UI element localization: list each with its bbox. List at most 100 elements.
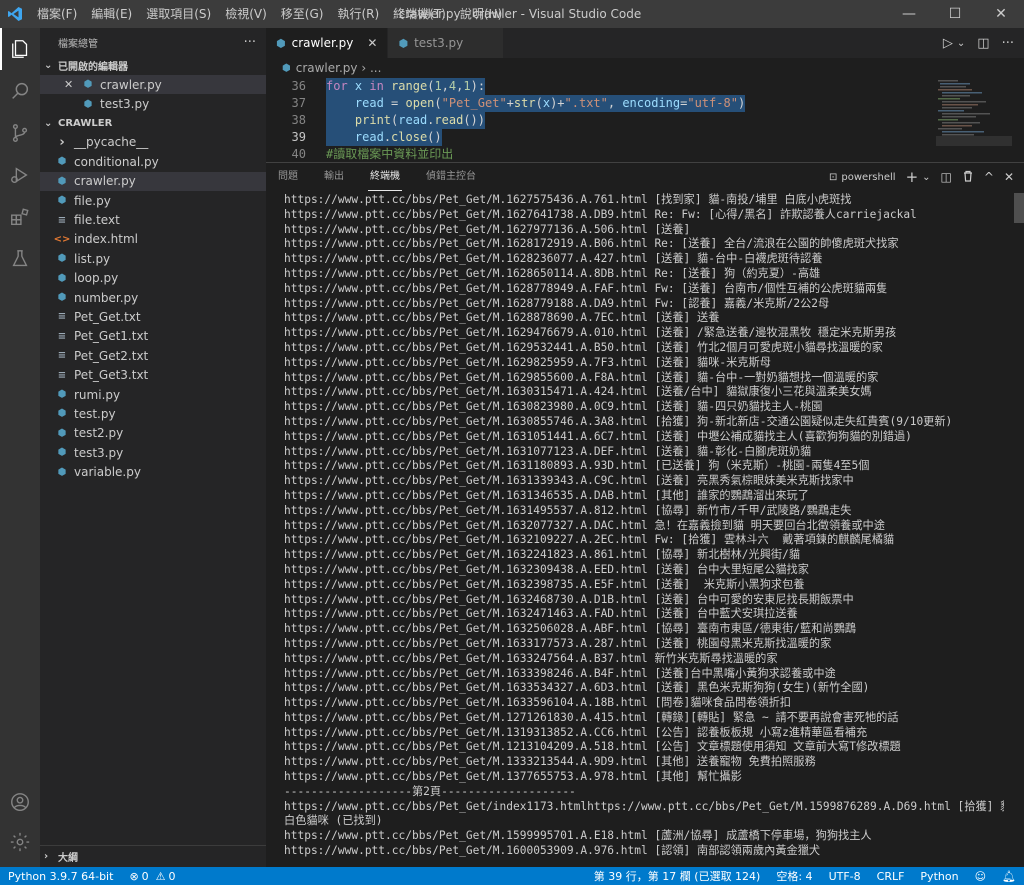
code-token: read	[354, 96, 384, 110]
open-editors-section[interactable]: ⌄ 已開啟的編輯器	[40, 56, 266, 75]
menu-item[interactable]: 檢視(V)	[218, 0, 274, 28]
file-name: Pet_Get1.txt	[74, 329, 149, 344]
file-item[interactable]: ⬢ crawler.py	[40, 171, 266, 191]
minimize-button[interactable]: —	[886, 0, 932, 28]
file-item[interactable]: ⬢ conditional.py	[40, 152, 266, 171]
terminal-line: https://www.ptt.cc/bbs/Pet_Get/M.1632471…	[284, 607, 798, 621]
file-item[interactable]: ≡ Pet_Get1.txt	[40, 327, 266, 346]
trash-icon[interactable]	[962, 170, 974, 185]
split-editor-icon[interactable]: ◫	[977, 36, 989, 51]
file-item[interactable]: ≡ Pet_Get3.txt	[40, 365, 266, 384]
menu-item[interactable]: 檔案(F)	[30, 0, 84, 28]
explorer-icon[interactable]	[0, 28, 40, 70]
split-terminal-icon[interactable]: ◫	[941, 170, 952, 184]
python-interpreter[interactable]: Python 3.9.7 64-bit	[0, 870, 121, 883]
folder-crawler-section[interactable]: ⌄ CRAWLER	[40, 114, 266, 133]
testing-flask-icon[interactable]	[0, 238, 40, 280]
editor-tab[interactable]: ⬢ crawler.py ✕	[266, 28, 389, 58]
file-item[interactable]: ⬢ loop.py	[40, 269, 266, 288]
file-item[interactable]: ⬢ number.py	[40, 288, 266, 307]
minimap[interactable]	[936, 78, 1012, 162]
terminal-line: https://www.ptt.cc/bbs/Pet_Get/M.1333213…	[284, 755, 816, 769]
file-item[interactable]: ⬢ variable.py	[40, 462, 266, 481]
source-control-icon[interactable]	[0, 112, 40, 154]
accounts-icon[interactable]	[0, 781, 40, 823]
file-item[interactable]: <> index.html	[40, 230, 266, 249]
file-item[interactable]: ⬢ test2.py	[40, 424, 266, 443]
problems-indicator[interactable]: ⊗ 0 ⚠ 0	[121, 870, 183, 883]
terminal-line: https://www.ptt.cc/bbs/Pet_Get/M.1377655…	[284, 770, 742, 784]
breadcrumb-symbol[interactable]: ...	[370, 61, 381, 75]
open-editor-item[interactable]: ⬢ test3.py	[40, 94, 266, 113]
file-item[interactable]: ⬢ rumi.py	[40, 385, 266, 404]
code-token: )	[737, 96, 746, 110]
close-panel-icon[interactable]: ✕	[1004, 170, 1014, 184]
code-token: read	[434, 113, 464, 127]
new-terminal-icon[interactable]: +	[906, 168, 919, 186]
file-item[interactable]: ≡ Pet_Get2.txt	[40, 346, 266, 365]
file-item[interactable]: ⬢ file.py	[40, 191, 266, 210]
maximize-button[interactable]: ☐	[932, 0, 978, 28]
breadcrumb-file[interactable]: crawler.py	[296, 61, 358, 75]
indentation[interactable]: 空格: 4	[768, 868, 820, 884]
file-name: test3.py	[74, 445, 124, 460]
close-icon[interactable]: ✕	[367, 36, 377, 50]
panel-tab[interactable]: 問題	[276, 163, 300, 191]
feedback-icon[interactable]: ☺	[967, 870, 994, 883]
more-actions-icon[interactable]: ···	[244, 35, 256, 50]
settings-gear-icon[interactable]	[0, 821, 40, 863]
terminal-selector[interactable]: ⊡ powershell	[829, 172, 896, 183]
file-tree: › __pycache__ ⬢ conditional.py ⬢ crawler.py ⬢ f…	[40, 133, 266, 482]
terminal-output[interactable]: https://www.ptt.cc/bbs/Pet_Get/M.1627575…	[284, 193, 1004, 868]
menu-item[interactable]: 編輯(E)	[84, 0, 139, 28]
error-count: 0	[141, 869, 149, 883]
editor-tab[interactable]: ⬢ test3.py	[388, 28, 505, 58]
language-mode[interactable]: Python	[912, 870, 966, 883]
menu-item[interactable]: 移至(G)	[274, 0, 331, 28]
panel-tab[interactable]: 輸出	[322, 163, 346, 191]
end-of-line[interactable]: CRLF	[869, 870, 913, 883]
panel-tab[interactable]: 終端機	[368, 163, 402, 191]
file-item[interactable]: ≡ file.text	[40, 210, 266, 229]
run-file-icon[interactable]: ▷	[943, 36, 953, 51]
cursor-position[interactable]: 第 39 行，第 17 欄 (已選取 124)	[586, 868, 769, 884]
chevron-down-icon[interactable]: ⌄	[957, 38, 965, 49]
panel-tab[interactable]: 偵錯主控台	[424, 163, 478, 191]
terminal-line: https://www.ptt.cc/bbs/Pet_Get/M.1627575…	[284, 193, 852, 206]
code-text: #讀取檔案中資料並印出	[326, 146, 453, 162]
file-name: index.html	[74, 232, 138, 247]
notifications-bell-icon[interactable]: 🔔︎	[994, 870, 1024, 883]
more-actions-icon[interactable]: ···	[1002, 36, 1014, 51]
text-file-icon: ≡	[57, 214, 67, 226]
code-token: ,	[607, 96, 623, 110]
chevron-down-icon[interactable]: ⌄	[922, 172, 930, 183]
code-editor[interactable]: 36 for x in range(1,4,1): 37 read = open("…	[266, 78, 936, 162]
close-icon[interactable]: ✕	[64, 78, 80, 91]
menu-item[interactable]: 選取項目(S)	[139, 0, 218, 28]
file-item[interactable]: ≡ Pet_Get.txt	[40, 307, 266, 326]
code-token: read	[354, 130, 384, 144]
terminal-line: https://www.ptt.cc/bbs/Pet_Get/M.1629532…	[284, 340, 883, 354]
encoding[interactable]: UTF-8	[821, 870, 869, 883]
terminal-line: https://www.ptt.cc/bbs/Pet_Get/M.1627977…	[284, 222, 691, 236]
file-name: test.py	[74, 406, 116, 421]
maximize-panel-icon[interactable]: ^	[984, 170, 994, 184]
window-controls: — ☐ ✕	[886, 0, 1024, 28]
editor-tabs: ⬢ crawler.py ✕ ⬢ test3.py ▷ ⌄ ◫ ···	[266, 28, 1024, 58]
folder-item[interactable]: › __pycache__	[40, 133, 266, 152]
file-item[interactable]: ⬢ test3.py	[40, 443, 266, 462]
run-debug-icon[interactable]	[0, 154, 40, 196]
terminal-line: https://www.ptt.cc/bbs/Pet_Get/M.1632468…	[284, 592, 854, 606]
terminal-scrollbar[interactable]	[1014, 193, 1024, 223]
extensions-icon[interactable]	[0, 196, 40, 238]
open-editor-item[interactable]: ✕ ⬢ crawler.py	[40, 75, 266, 95]
search-icon[interactable]	[0, 70, 40, 112]
outline-section[interactable]: › 大綱	[40, 845, 266, 867]
file-item[interactable]: ⬢ list.py	[40, 249, 266, 268]
close-window-button[interactable]: ✕	[978, 0, 1024, 28]
code-token: encoding	[622, 96, 681, 110]
file-item[interactable]: ⬢ test.py	[40, 404, 266, 423]
terminal-panel: 問題 輸出 終端機 偵錯主控台 ⊡ powershell + ⌄ ◫ ^ ✕ http…	[266, 162, 1024, 867]
